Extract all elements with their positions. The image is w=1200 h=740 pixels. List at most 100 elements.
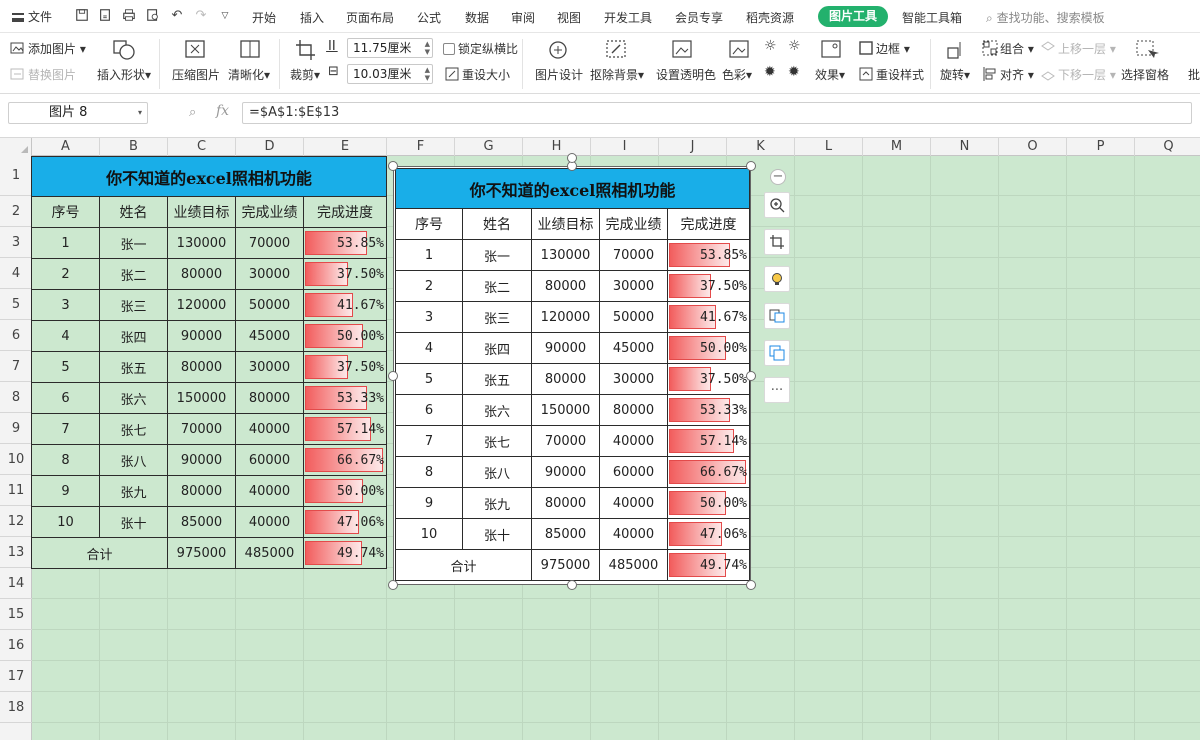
- more-button[interactable]: ···: [764, 377, 790, 403]
- source-table-cell-no[interactable]: 7: [31, 413, 100, 445]
- source-table-cell-done[interactable]: 30000: [235, 351, 304, 383]
- picture-height-input[interactable]: 11.75厘米 ▲ ▼: [347, 38, 433, 58]
- source-table-cell-progress[interactable]: 47.06%: [302, 506, 388, 538]
- row-header-13[interactable]: 13: [0, 537, 32, 568]
- selection-pane-button[interactable]: 选择窗格: [1121, 66, 1169, 83]
- source-table-cell-no[interactable]: 9: [31, 475, 100, 507]
- sheet-grid[interactable]: ABCDEFGHIJKLMNOPQ 1 2 3 4 5 6 7 8 9 10 11 12 13 14 15 1…: [0, 138, 1200, 740]
- zoom-icon[interactable]: ⌕: [189, 105, 196, 120]
- source-table-cell-no[interactable]: 6: [31, 382, 100, 414]
- resize-handle[interactable]: [567, 580, 577, 590]
- row-header-4[interactable]: 4: [0, 258, 32, 289]
- source-table-cell-no[interactable]: 5: [31, 351, 100, 383]
- row-header-15[interactable]: 15: [0, 599, 32, 630]
- column-header-l[interactable]: L: [795, 138, 863, 156]
- reset-style-button[interactable]: 重设样式: [858, 66, 924, 83]
- batch-button[interactable]: 批: [1188, 66, 1200, 83]
- row-header-14[interactable]: 14: [0, 568, 32, 599]
- source-table-cell-target[interactable]: 80000: [167, 258, 236, 290]
- row-header-3[interactable]: 3: [0, 227, 32, 258]
- source-table-cell-done[interactable]: 40000: [235, 475, 304, 507]
- resize-handle[interactable]: [388, 370, 398, 381]
- source-table-cell-name[interactable]: 张九: [99, 475, 168, 507]
- column-header-j[interactable]: J: [659, 138, 727, 156]
- lock-ratio-checkbox[interactable]: 锁定纵横比: [443, 40, 518, 57]
- tab-page-layout[interactable]: 页面布局: [346, 9, 394, 26]
- image-extract-button[interactable]: [764, 340, 790, 366]
- source-table-cell-progress[interactable]: 66.67%: [302, 444, 388, 476]
- row-header-18[interactable]: 18: [0, 692, 32, 723]
- rotate-button[interactable]: 旋转▾: [940, 66, 970, 83]
- source-table-header-cell[interactable]: 完成进度: [302, 196, 388, 228]
- resize-handle[interactable]: [746, 370, 756, 381]
- quick-access-dropdown-icon[interactable]: ▽: [217, 8, 233, 24]
- source-table-cell-no[interactable]: 1: [31, 227, 100, 259]
- brightness-up-icon[interactable]: ☼: [764, 38, 777, 54]
- camera-picture[interactable]: 你不知道的excel照相机功能 序号 姓名 业绩目标 完成业绩 完成进度 1 张一 130000…: [393, 166, 751, 585]
- source-table-cell-name[interactable]: 张四: [99, 320, 168, 352]
- brightness-down-icon[interactable]: ☼: [788, 38, 801, 54]
- source-table-cell-no[interactable]: 10: [31, 506, 100, 538]
- row-header-17[interactable]: 17: [0, 661, 32, 692]
- contrast-down-icon[interactable]: ✹: [788, 64, 800, 80]
- rotate-handle[interactable]: [567, 153, 577, 163]
- source-table-cell-target[interactable]: 80000: [167, 351, 236, 383]
- source-table-cell-progress[interactable]: 41.67%: [302, 289, 388, 321]
- row-header-16[interactable]: 16: [0, 630, 32, 661]
- tab-insert[interactable]: 插入: [300, 9, 324, 26]
- compress-picture-button[interactable]: 压缩图片: [172, 66, 220, 83]
- select-all-corner[interactable]: [0, 138, 32, 156]
- source-table-total-progress[interactable]: 49.74%: [302, 537, 388, 569]
- group-button[interactable]: 组合 ▾: [982, 40, 1034, 57]
- source-table-cell-name[interactable]: 张六: [99, 382, 168, 414]
- column-header-m[interactable]: M: [863, 138, 931, 156]
- row-header-10[interactable]: 10: [0, 444, 32, 475]
- sharpen-button[interactable]: 清晰化▾: [228, 66, 270, 83]
- tab-developer[interactable]: 开发工具: [604, 9, 652, 26]
- source-table-header-cell[interactable]: 完成业绩: [235, 196, 304, 228]
- set-transparent-button[interactable]: 设置透明色: [656, 66, 716, 83]
- source-table-cell-done[interactable]: 80000: [235, 382, 304, 414]
- source-table-cell-progress[interactable]: 50.00%: [302, 475, 388, 507]
- picture-design-button[interactable]: 图片设计: [535, 66, 583, 83]
- resize-handle[interactable]: [388, 161, 398, 171]
- tab-picture-tools[interactable]: 图片工具: [818, 6, 888, 27]
- source-table-cell-target[interactable]: 90000: [167, 444, 236, 476]
- picture-width-input[interactable]: 10.03厘米 ▲ ▼: [347, 64, 433, 84]
- source-table-cell-target[interactable]: 85000: [167, 506, 236, 538]
- row-header-9[interactable]: 9: [0, 413, 32, 444]
- source-table-cell-done[interactable]: 50000: [235, 289, 304, 321]
- row-header-2[interactable]: 2: [0, 196, 32, 227]
- column-header-h[interactable]: H: [523, 138, 591, 156]
- undo-icon[interactable]: ↶: [169, 8, 185, 24]
- source-table-cell-target[interactable]: 130000: [167, 227, 236, 259]
- resize-handle[interactable]: [746, 580, 756, 590]
- source-table-cell-name[interactable]: 张一: [99, 227, 168, 259]
- row-header-1[interactable]: 1: [0, 156, 32, 196]
- tab-smart-toolbox[interactable]: 智能工具箱: [902, 9, 962, 26]
- source-table-cell-done[interactable]: 45000: [235, 320, 304, 352]
- print-icon[interactable]: [121, 8, 137, 24]
- row-header-7[interactable]: 7: [0, 351, 32, 382]
- column-header-c[interactable]: C: [168, 138, 236, 156]
- smart-suggest-button[interactable]: [764, 266, 790, 292]
- source-table-cell-name[interactable]: 张五: [99, 351, 168, 383]
- insert-shape-button[interactable]: 插入形状▾: [97, 66, 151, 83]
- column-header-f[interactable]: F: [387, 138, 455, 156]
- formula-input[interactable]: =$A$1:$E$13: [242, 102, 1192, 124]
- source-table-cell-name[interactable]: 张三: [99, 289, 168, 321]
- source-table-cell-target[interactable]: 90000: [167, 320, 236, 352]
- export-pdf-icon[interactable]: [97, 8, 113, 24]
- contrast-up-icon[interactable]: ✹: [764, 64, 776, 80]
- tab-member[interactable]: 会员专享: [675, 9, 723, 26]
- source-table-cell-target[interactable]: 120000: [167, 289, 236, 321]
- column-header-e[interactable]: E: [304, 138, 387, 156]
- resize-handle[interactable]: [388, 580, 398, 590]
- crop-button[interactable]: 裁剪▾: [290, 66, 320, 83]
- source-table-cell-progress[interactable]: 57.14%: [302, 413, 388, 445]
- effects-button[interactable]: 效果▾: [815, 66, 845, 83]
- align-button[interactable]: 对齐 ▾: [982, 66, 1034, 83]
- column-header-p[interactable]: P: [1067, 138, 1135, 156]
- reset-size-button[interactable]: 重设大小: [444, 66, 510, 83]
- save-icon[interactable]: [74, 8, 90, 24]
